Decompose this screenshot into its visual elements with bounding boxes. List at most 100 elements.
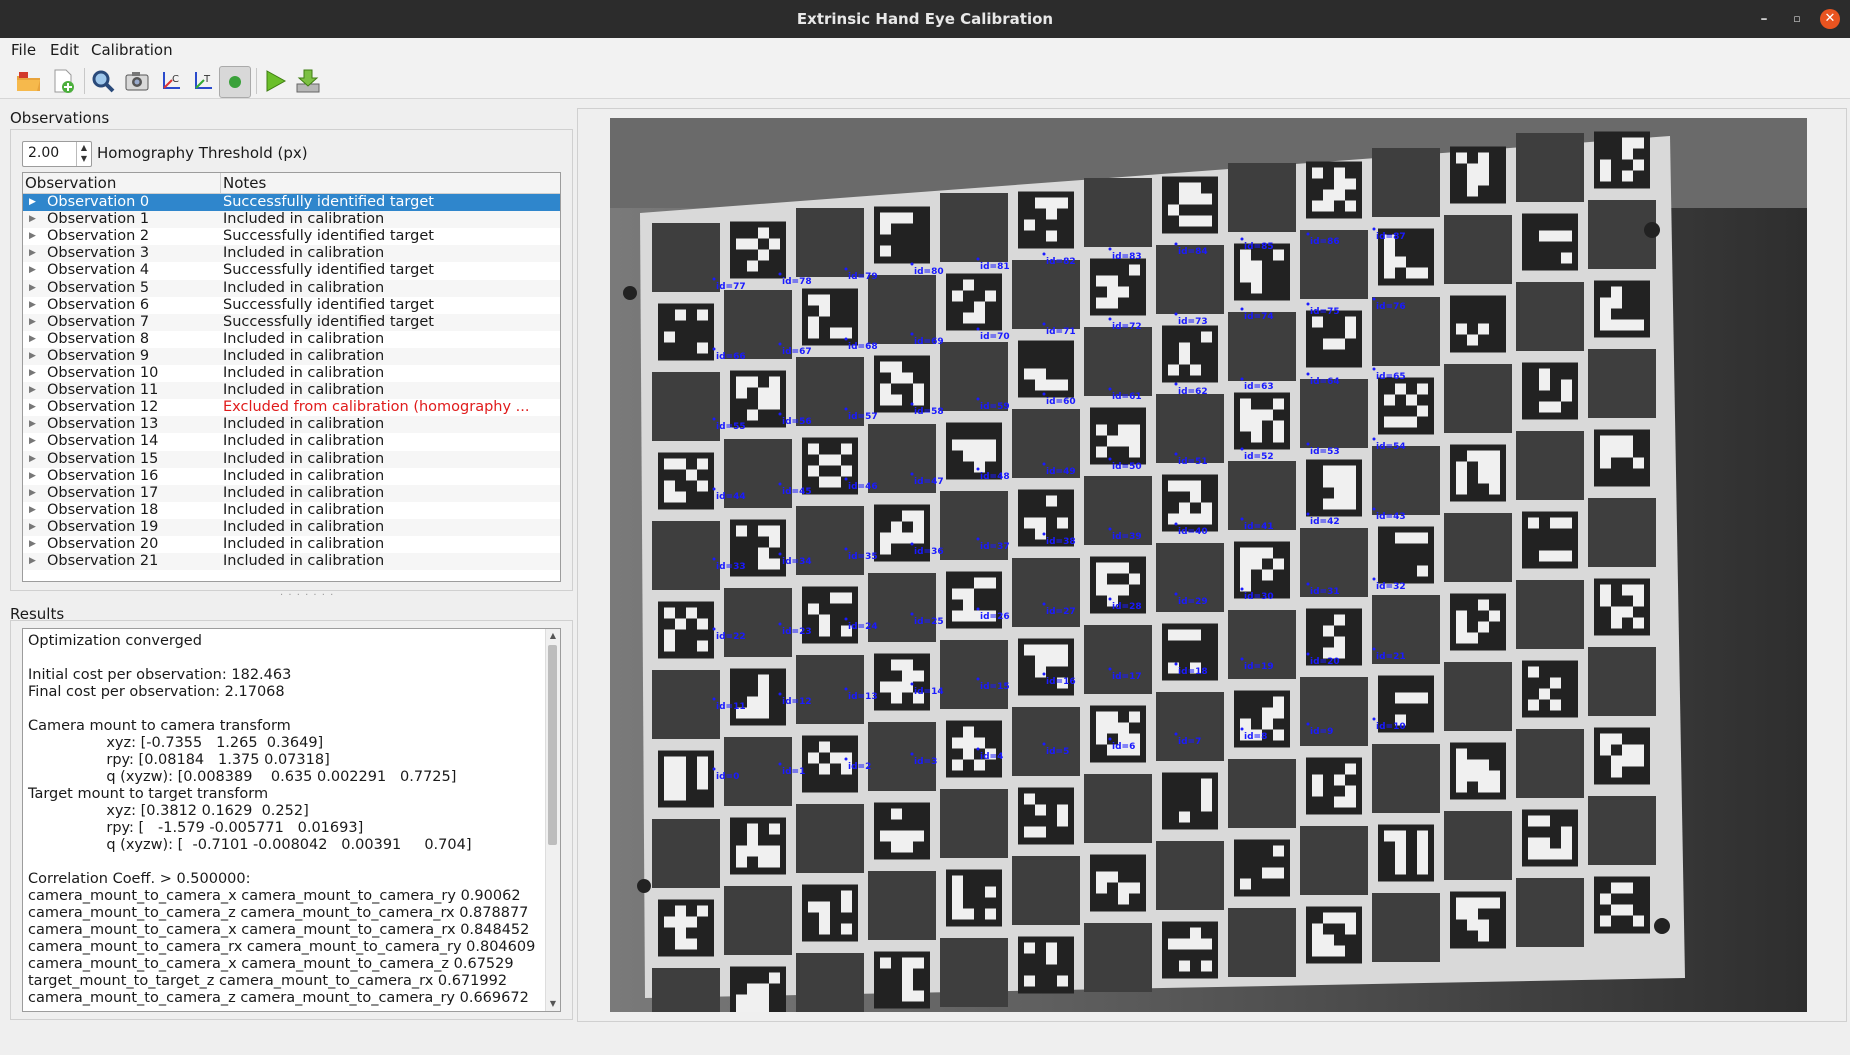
expand-arrow-icon[interactable]: ▶ bbox=[29, 433, 36, 450]
marker-id-label: id=27 bbox=[1046, 607, 1076, 617]
board-dark-square bbox=[1012, 707, 1080, 776]
spin-arrows[interactable]: ▲ ▼ bbox=[76, 142, 91, 166]
board-dark-square bbox=[1372, 446, 1440, 515]
observation-name: Observation 10 bbox=[47, 365, 159, 381]
observation-row[interactable]: ▶ Observation 17 Included in calibration bbox=[23, 484, 560, 502]
observation-row[interactable]: ▶ Observation 15 Included in calibration bbox=[23, 450, 560, 468]
observation-row[interactable]: ▶ Observation 16 Included in calibration bbox=[23, 468, 560, 485]
aruco-marker bbox=[1594, 578, 1650, 636]
marker-id-label: id=43 bbox=[1376, 512, 1406, 522]
expand-arrow-icon[interactable]: ▶ bbox=[29, 280, 36, 297]
column-notes[interactable]: Notes bbox=[223, 174, 266, 192]
expand-arrow-icon[interactable]: ▶ bbox=[29, 331, 36, 348]
observation-row[interactable]: ▶ Observation 5 Included in calibration bbox=[23, 279, 560, 297]
observation-row[interactable]: ▶ Observation 19 Included in calibration bbox=[23, 518, 560, 536]
board-dark-square bbox=[796, 804, 864, 873]
expand-arrow-icon[interactable]: ▶ bbox=[29, 314, 36, 331]
restore-icon[interactable]: ▫ bbox=[1787, 9, 1807, 29]
observation-row[interactable]: ▶ Observation 3 Included in calibration bbox=[23, 245, 560, 263]
menu-calibration[interactable]: Calibration bbox=[91, 41, 173, 59]
minimize-icon[interactable]: – bbox=[1754, 9, 1774, 29]
results-line: Optimization converged bbox=[28, 633, 202, 649]
observation-row[interactable]: ▶ Observation 4 Successfully identified ta… bbox=[23, 262, 560, 279]
observation-row[interactable]: ▶ Observation 10 Included in calibration bbox=[23, 365, 560, 382]
marker-id-label: id=83 bbox=[1112, 252, 1142, 262]
observation-note: Included in calibration bbox=[223, 245, 385, 262]
expand-arrow-icon[interactable]: ▶ bbox=[29, 485, 36, 502]
expand-arrow-icon[interactable]: ▶ bbox=[29, 262, 36, 279]
corner-point bbox=[712, 487, 716, 491]
corner-point bbox=[1108, 737, 1112, 741]
observation-row[interactable]: ▶ Observation 12 Excluded from calibration… bbox=[23, 399, 560, 416]
corner-point bbox=[1306, 582, 1310, 586]
observation-row[interactable]: ▶ Observation 6 Successfully identified ta… bbox=[23, 297, 560, 314]
observation-row[interactable]: ▶ Observation 21 Included in calibration bbox=[23, 553, 560, 571]
camera-icon[interactable] bbox=[122, 66, 152, 96]
observation-row[interactable]: ▶ Observation 11 Included in calibration bbox=[23, 382, 560, 400]
close-icon[interactable]: ✕ bbox=[1820, 9, 1840, 29]
expand-arrow-icon[interactable]: ▶ bbox=[29, 348, 36, 365]
expand-arrow-icon[interactable]: ▶ bbox=[29, 451, 36, 468]
scroll-down-icon[interactable]: ▼ bbox=[546, 997, 560, 1011]
threshold-label: Homography Threshold (px) bbox=[97, 144, 308, 162]
corner-point bbox=[844, 757, 848, 761]
expand-arrow-icon[interactable]: ▶ bbox=[29, 399, 36, 416]
expand-arrow-icon[interactable]: ▶ bbox=[29, 194, 36, 211]
spin-down-icon[interactable]: ▼ bbox=[77, 153, 91, 164]
board-dark-square bbox=[1084, 625, 1152, 694]
observation-row[interactable]: ▶ Observation 0 Successfully identified ta… bbox=[23, 194, 560, 211]
target-axes-icon[interactable]: T bbox=[188, 66, 218, 96]
expand-arrow-icon[interactable]: ▶ bbox=[29, 536, 36, 553]
results-scrollbar[interactable]: ▲ ▼ bbox=[545, 629, 560, 1011]
observation-note: Included in calibration bbox=[223, 501, 385, 518]
splitter-handle[interactable]: · · · · · · · bbox=[280, 590, 334, 601]
observation-name: Observation 18 bbox=[47, 501, 159, 518]
marker-id-label: id=4 bbox=[980, 752, 1003, 762]
expand-arrow-icon[interactable]: ▶ bbox=[29, 297, 36, 314]
observation-row[interactable]: ▶ Observation 9 Included in calibration bbox=[23, 347, 560, 365]
spin-up-icon[interactable]: ▲ bbox=[77, 142, 91, 153]
expand-arrow-icon[interactable]: ▶ bbox=[29, 228, 36, 245]
threshold-value[interactable]: 2.00 bbox=[28, 145, 59, 161]
download-icon[interactable] bbox=[293, 66, 323, 96]
observation-row[interactable]: ▶ Observation 2 Successfully identified ta… bbox=[23, 228, 560, 245]
expand-arrow-icon[interactable]: ▶ bbox=[29, 468, 36, 485]
observation-row[interactable]: ▶ Observation 20 Included in calibration bbox=[23, 536, 560, 553]
observations-tree[interactable]: Observation Notes ▶ Observation 0 Successf… bbox=[22, 172, 561, 582]
open-folder-icon[interactable] bbox=[14, 66, 44, 96]
menu-file[interactable]: File bbox=[11, 41, 36, 59]
observation-row[interactable]: ▶ Observation 18 Included in calibration bbox=[23, 502, 560, 519]
column-observation[interactable]: Observation bbox=[25, 174, 116, 192]
scroll-up-icon[interactable]: ▲ bbox=[546, 629, 560, 643]
expand-arrow-icon[interactable]: ▶ bbox=[29, 416, 36, 433]
observation-row[interactable]: ▶ Observation 13 Included in calibration bbox=[23, 416, 560, 434]
corner-point bbox=[712, 627, 716, 631]
expand-arrow-icon[interactable]: ▶ bbox=[29, 365, 36, 382]
camera-intrinsics-icon[interactable]: C bbox=[156, 66, 186, 96]
observation-row[interactable]: ▶ Observation 1 Included in calibration bbox=[23, 211, 560, 229]
marker-id-label: id=81 bbox=[980, 262, 1010, 272]
observation-row[interactable]: ▶ Observation 7 Successfully identified ta… bbox=[23, 313, 560, 331]
observation-row[interactable]: ▶ Observation 14 Included in calibration bbox=[23, 433, 560, 450]
observation-row[interactable]: ▶ Observation 8 Included in calibration bbox=[23, 331, 560, 348]
expand-arrow-icon[interactable]: ▶ bbox=[29, 245, 36, 262]
search-icon[interactable] bbox=[88, 66, 118, 96]
board-dark-square bbox=[724, 886, 792, 955]
expand-arrow-icon[interactable]: ▶ bbox=[29, 553, 36, 570]
observation-note: Included in calibration bbox=[223, 211, 385, 228]
column-divider[interactable] bbox=[220, 173, 221, 193]
new-file-icon[interactable] bbox=[48, 66, 78, 96]
menu-edit[interactable]: Edit bbox=[50, 41, 79, 59]
corner-point bbox=[1174, 382, 1178, 386]
marker-id-label: id=22 bbox=[716, 632, 746, 642]
play-icon[interactable] bbox=[260, 66, 290, 96]
homography-threshold-spinbox[interactable]: 2.00 ▲ ▼ bbox=[22, 141, 92, 167]
expand-arrow-icon[interactable]: ▶ bbox=[29, 211, 36, 228]
expand-arrow-icon[interactable]: ▶ bbox=[29, 382, 36, 399]
board-dark-square bbox=[1084, 178, 1152, 247]
record-circle-icon[interactable] bbox=[219, 66, 251, 98]
expand-arrow-icon[interactable]: ▶ bbox=[29, 519, 36, 536]
results-textbox[interactable]: Optimization converged Initial cost per o… bbox=[22, 628, 561, 1012]
expand-arrow-icon[interactable]: ▶ bbox=[29, 502, 36, 519]
scrollbar-thumb[interactable] bbox=[548, 645, 557, 845]
